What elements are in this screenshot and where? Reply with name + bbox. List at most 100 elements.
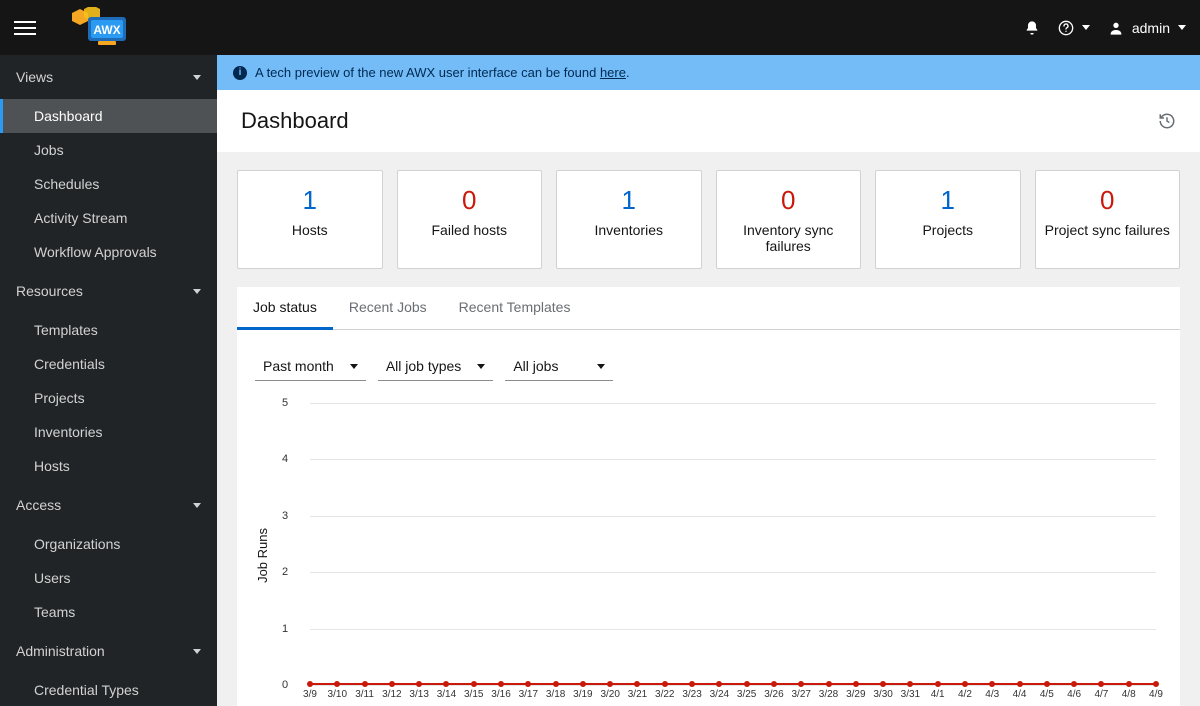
data-point[interactable] xyxy=(498,681,504,687)
hamburger-menu-button[interactable] xyxy=(14,17,36,39)
data-point[interactable] xyxy=(334,681,340,687)
data-point[interactable] xyxy=(1153,681,1159,687)
stat-cards: 1Hosts0Failed hosts1Inventories0Inventor… xyxy=(217,152,1200,287)
x-tick: 3/12 xyxy=(382,689,401,700)
filter-past-month[interactable]: Past month xyxy=(255,352,366,381)
sidebar-item-hosts[interactable]: Hosts xyxy=(0,449,217,483)
banner-link[interactable]: here xyxy=(600,65,626,80)
x-tick: 3/22 xyxy=(655,689,674,700)
sidebar-item-jobs[interactable]: Jobs xyxy=(0,133,217,167)
user-menu[interactable]: admin xyxy=(1108,20,1186,36)
card-count: 1 xyxy=(244,185,376,216)
tab-recent-jobs[interactable]: Recent Jobs xyxy=(333,287,443,329)
data-point[interactable] xyxy=(634,681,640,687)
data-point[interactable] xyxy=(362,681,368,687)
data-point[interactable] xyxy=(935,681,941,687)
x-tick: 3/17 xyxy=(519,689,538,700)
card-inventory-sync-failures[interactable]: 0Inventory sync failures xyxy=(716,170,862,269)
card-count: 1 xyxy=(563,185,695,216)
data-point[interactable] xyxy=(607,681,613,687)
sidebar-item-credentials[interactable]: Credentials xyxy=(0,347,217,381)
sidebar-item-activity-stream[interactable]: Activity Stream xyxy=(0,201,217,235)
sidebar-section-administration[interactable]: Administration xyxy=(0,629,217,673)
history-icon[interactable] xyxy=(1158,112,1176,130)
data-point[interactable] xyxy=(716,681,722,687)
tab-recent-templates[interactable]: Recent Templates xyxy=(443,287,587,329)
card-count: 0 xyxy=(1042,185,1174,216)
filter-all-job-types[interactable]: All job types xyxy=(378,352,493,381)
sidebar-item-dashboard[interactable]: Dashboard xyxy=(0,99,217,133)
data-point[interactable] xyxy=(771,681,777,687)
tab-job-status[interactable]: Job status xyxy=(237,287,333,330)
sidebar-item-workflow-approvals[interactable]: Workflow Approvals xyxy=(0,235,217,269)
card-projects[interactable]: 1Projects xyxy=(875,170,1021,269)
card-label: Project sync failures xyxy=(1042,222,1174,238)
sidebar: ViewsDashboardJobsSchedulesActivity Stre… xyxy=(0,55,217,706)
x-tick: 3/10 xyxy=(328,689,347,700)
filters: Past month All job types All jobs xyxy=(237,330,1180,389)
card-project-sync-failures[interactable]: 0 Project sync failures xyxy=(1035,170,1181,269)
card-failed-hosts[interactable]: 0Failed hosts xyxy=(397,170,543,269)
data-point[interactable] xyxy=(662,681,668,687)
sidebar-section-views[interactable]: Views xyxy=(0,55,217,99)
sidebar-item-projects[interactable]: Projects xyxy=(0,381,217,415)
sidebar-item-teams[interactable]: Teams xyxy=(0,595,217,629)
y-tick: 3 xyxy=(282,510,288,522)
y-tick: 1 xyxy=(282,623,288,635)
data-point[interactable] xyxy=(1126,681,1132,687)
data-point[interactable] xyxy=(580,681,586,687)
x-tick: 4/5 xyxy=(1040,689,1054,700)
x-tick: 3/15 xyxy=(464,689,483,700)
data-point[interactable] xyxy=(1017,681,1023,687)
data-point[interactable] xyxy=(416,681,422,687)
x-tick: 3/23 xyxy=(682,689,701,700)
topbar: AWX admin xyxy=(0,0,1200,55)
x-tick: 4/3 xyxy=(985,689,999,700)
x-tick: 4/4 xyxy=(1013,689,1027,700)
job-status-panel: Job statusRecent JobsRecent Templates Pa… xyxy=(237,287,1180,706)
card-inventories[interactable]: 1Inventories xyxy=(556,170,702,269)
data-point[interactable] xyxy=(471,681,477,687)
data-point[interactable] xyxy=(307,681,313,687)
data-point[interactable] xyxy=(1044,681,1050,687)
sidebar-section-access[interactable]: Access xyxy=(0,483,217,527)
data-point[interactable] xyxy=(907,681,913,687)
x-tick: 4/8 xyxy=(1122,689,1136,700)
x-tick: 3/13 xyxy=(409,689,428,700)
card-label: Failed hosts xyxy=(404,222,536,238)
data-point[interactable] xyxy=(553,681,559,687)
data-point[interactable] xyxy=(744,681,750,687)
data-point[interactable] xyxy=(1071,681,1077,687)
data-point[interactable] xyxy=(1098,681,1104,687)
sidebar-item-schedules[interactable]: Schedules xyxy=(0,167,217,201)
y-tick: 0 xyxy=(282,679,288,691)
sidebar-item-inventories[interactable]: Inventories xyxy=(0,415,217,449)
data-point[interactable] xyxy=(989,681,995,687)
y-axis-label: Job Runs xyxy=(251,528,270,583)
card-label: Inventory sync failures xyxy=(723,222,855,254)
help-menu[interactable] xyxy=(1058,20,1090,36)
sidebar-item-users[interactable]: Users xyxy=(0,561,217,595)
tech-preview-banner: i A tech preview of the new AWX user int… xyxy=(217,55,1200,90)
data-point[interactable] xyxy=(689,681,695,687)
filter-all-jobs[interactable]: All jobs xyxy=(505,352,613,381)
data-point[interactable] xyxy=(826,681,832,687)
data-point[interactable] xyxy=(389,681,395,687)
brand-logo[interactable]: AWX xyxy=(64,8,142,48)
data-point[interactable] xyxy=(880,681,886,687)
sidebar-item-organizations[interactable]: Organizations xyxy=(0,527,217,561)
data-point[interactable] xyxy=(853,681,859,687)
data-point[interactable] xyxy=(962,681,968,687)
data-point[interactable] xyxy=(798,681,804,687)
card-hosts[interactable]: 1Hosts xyxy=(237,170,383,269)
x-tick: 3/30 xyxy=(873,689,892,700)
data-point[interactable] xyxy=(525,681,531,687)
x-tick: 3/28 xyxy=(819,689,838,700)
sidebar-section-resources[interactable]: Resources xyxy=(0,269,217,313)
notifications-icon[interactable] xyxy=(1024,20,1040,36)
sidebar-item-templates[interactable]: Templates xyxy=(0,313,217,347)
data-point[interactable] xyxy=(443,681,449,687)
sidebar-item-credential-types[interactable]: Credential Types xyxy=(0,673,217,706)
page-title: Dashboard xyxy=(241,108,349,134)
x-tick: 4/2 xyxy=(958,689,972,700)
